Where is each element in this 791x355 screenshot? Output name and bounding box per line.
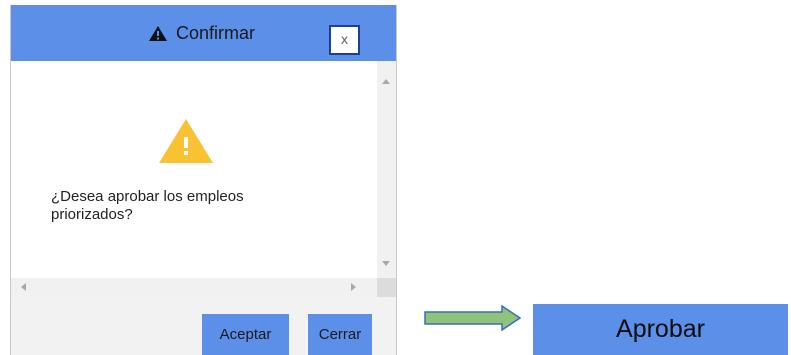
warning-icon — [149, 25, 167, 41]
right-arrow-icon — [424, 305, 522, 331]
horizontal-scrollbar[interactable] — [11, 278, 377, 297]
approve-button[interactable]: Aprobar — [533, 304, 788, 355]
scroll-left-icon[interactable] — [21, 283, 26, 291]
warning-icon — [159, 119, 213, 163]
confirm-dialog: Confirmar x ¿Desea aprobar los empleos p… — [10, 5, 397, 355]
scroll-down-icon[interactable] — [382, 261, 390, 266]
dialog-content: ¿Desea aprobar los empleos priorizados? — [11, 61, 377, 278]
confirm-message: ¿Desea aprobar los empleos priorizados? — [51, 188, 244, 223]
dialog-title-bar: Confirmar x — [11, 5, 396, 61]
close-dialog-button[interactable]: Cerrar — [308, 314, 372, 355]
screen: Confirmar x ¿Desea aprobar los empleos p… — [0, 0, 791, 355]
scroll-corner — [377, 278, 396, 297]
scroll-right-icon[interactable] — [351, 283, 356, 291]
vertical-scrollbar[interactable] — [377, 61, 396, 278]
accept-button[interactable]: Aceptar — [202, 314, 289, 355]
dialog-title-text: Confirmar — [176, 22, 256, 43]
close-button[interactable]: x — [329, 25, 360, 55]
scroll-up-icon[interactable] — [382, 79, 390, 84]
dialog-footer: Aceptar Cerrar — [11, 297, 396, 355]
dialog-title: Confirmar — [148, 21, 255, 45]
